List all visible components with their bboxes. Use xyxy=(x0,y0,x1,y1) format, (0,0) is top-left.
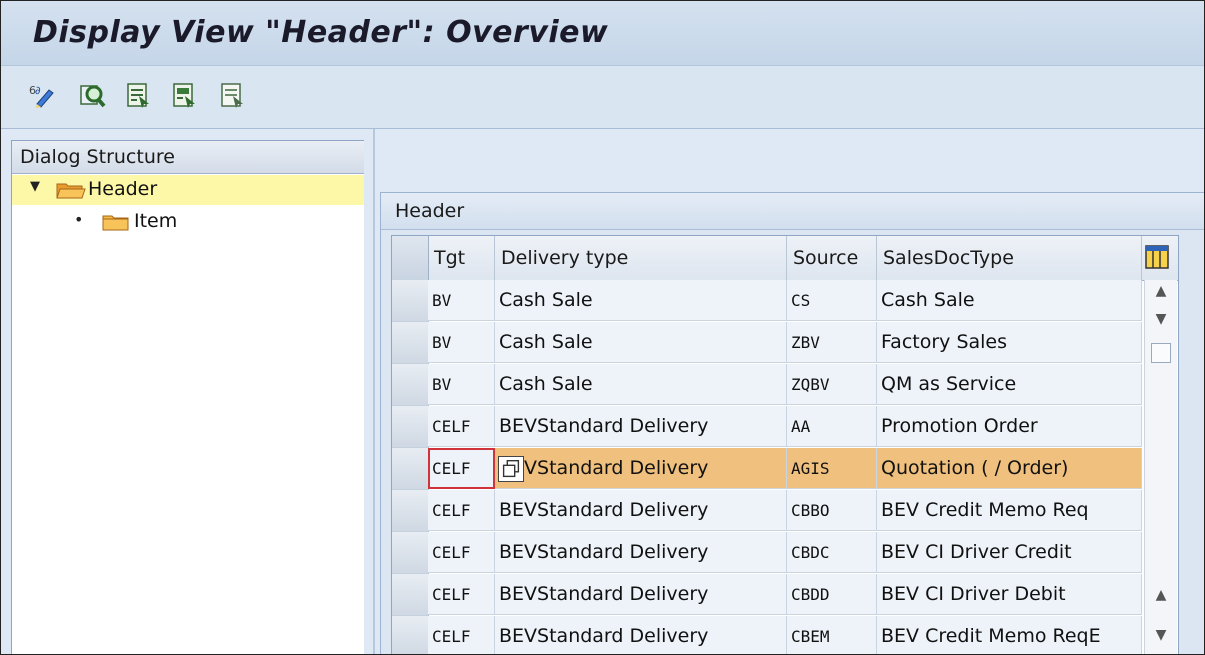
cell-delivery-type[interactable]: BEVStandard Delivery xyxy=(495,574,787,615)
scroll-up-icon[interactable]: ▲ xyxy=(1151,284,1171,298)
row-selector[interactable] xyxy=(392,322,429,364)
cell-source[interactable]: CBDC xyxy=(787,532,877,573)
cell-delivery-type[interactable]: BEVStandard Delivery xyxy=(495,532,787,573)
row-selector[interactable] xyxy=(392,616,429,654)
cell-source[interactable]: CBDD xyxy=(787,574,877,615)
row-selector[interactable] xyxy=(392,406,429,448)
row-selector[interactable] xyxy=(392,364,429,406)
cell-tgt[interactable]: BV xyxy=(428,364,495,405)
cell-source[interactable]: CS xyxy=(787,280,877,321)
group-title: Header xyxy=(381,193,1204,230)
cell-tgt[interactable]: CELF xyxy=(428,490,495,531)
folder-icon xyxy=(102,215,129,231)
cell-salesdoctype[interactable]: Promotion Order xyxy=(877,406,1142,447)
cell-tgt[interactable]: CELF xyxy=(428,532,495,573)
cell-salesdoctype[interactable]: Quotation ( / Order) xyxy=(877,448,1142,489)
cell-source[interactable]: ZQBV xyxy=(787,364,877,405)
cell-salesdoctype[interactable]: BEV Credit Memo Req xyxy=(877,490,1142,531)
tree-node-header[interactable]: ▼ Header xyxy=(12,175,364,205)
deselect-all-icon[interactable] xyxy=(217,80,247,110)
table-row[interactable]: CELF BEVStandard Delivery CBDD BEV CI Dr… xyxy=(392,574,1142,616)
column-header-delivery-type[interactable]: Delivery type xyxy=(495,236,787,280)
vertical-scrollbar[interactable]: ▲ ▼ ▲ ▼ xyxy=(1144,280,1177,654)
select-block-icon[interactable] xyxy=(169,80,199,110)
tree-node-label: Header xyxy=(88,178,158,200)
cell-tgt[interactable]: BV xyxy=(428,280,495,321)
table-row[interactable]: BV Cash Sale ZBV Factory Sales xyxy=(392,322,1142,364)
cell-source[interactable]: ZBV xyxy=(787,322,877,363)
expand-arrow-icon[interactable]: ▼ xyxy=(30,179,40,194)
cell-source[interactable]: CBBO xyxy=(787,490,877,531)
column-header-tgt[interactable]: Tgt xyxy=(428,236,495,280)
cell-delivery-type[interactable]: Cash Sale xyxy=(495,280,787,321)
find-icon[interactable] xyxy=(77,80,107,110)
tree-node-item[interactable]: • Item xyxy=(12,207,364,237)
table-header: Tgt Delivery type Source SalesDocType xyxy=(392,236,1178,281)
cell-tgt[interactable]: BV xyxy=(428,322,495,363)
copy-icon[interactable] xyxy=(498,456,524,482)
row-selector[interactable] xyxy=(392,574,429,616)
table-row-highlighted[interactable]: CELF BEVStandard Delivery AGIS Quotation… xyxy=(392,448,1142,490)
scroll-page-down-icon[interactable]: ▼ xyxy=(1151,628,1171,642)
tree-node-label: Item xyxy=(134,210,178,232)
dialog-structure-heading: Dialog Structure xyxy=(12,141,364,174)
cell-salesdoctype[interactable]: Cash Sale xyxy=(877,280,1142,321)
cell-delivery-type[interactable]: BEVStandard Delivery xyxy=(495,406,787,447)
scroll-page-up-icon[interactable]: ▲ xyxy=(1151,588,1171,602)
column-header-salesdoctype[interactable]: SalesDocType xyxy=(877,236,1142,280)
application-toolbar: 6 ∂ xyxy=(1,66,1204,129)
table-row[interactable]: CELF BEVStandard Delivery CBBO BEV Credi… xyxy=(392,490,1142,532)
header-group: Header Tgt Delivery type Source SalesDoc… xyxy=(380,192,1204,654)
cell-source[interactable]: CBEM xyxy=(787,616,877,654)
cell-salesdoctype[interactable]: BEV CI Driver Debit xyxy=(877,574,1142,615)
scrollbar-thumb[interactable] xyxy=(1151,343,1171,363)
cell-salesdoctype[interactable]: BEV CI Driver Credit xyxy=(877,532,1142,573)
row-selector[interactable] xyxy=(392,490,429,532)
row-selector[interactable] xyxy=(392,280,429,322)
cell-tgt[interactable]: CELF xyxy=(428,448,495,489)
change-display-icon[interactable]: 6 ∂ xyxy=(27,80,57,110)
table-row[interactable]: CELF BEVStandard Delivery AA Promotion O… xyxy=(392,406,1142,448)
page-title: Display View "Header": Overview xyxy=(33,15,609,50)
cell-tgt[interactable]: CELF xyxy=(428,616,495,654)
select-all-icon[interactable] xyxy=(123,80,153,110)
column-header-source[interactable]: Source xyxy=(787,236,877,280)
select-all-rows-button[interactable] xyxy=(392,236,429,280)
svg-text:∂: ∂ xyxy=(35,84,41,97)
table-settings-icon[interactable] xyxy=(1144,244,1170,270)
window: Display View "Header": Overview 6 ∂ Dial… xyxy=(0,0,1205,655)
cell-tgt[interactable]: CELF xyxy=(428,406,495,447)
cell-delivery-type[interactable]: BEVStandard Delivery xyxy=(495,616,787,654)
cell-salesdoctype[interactable]: QM as Service xyxy=(877,364,1142,405)
cell-salesdoctype[interactable]: BEV Credit Memo ReqE xyxy=(877,616,1142,654)
panel-splitter[interactable] xyxy=(373,129,375,654)
cell-source[interactable]: AA xyxy=(787,406,877,447)
title-bar: Display View "Header": Overview xyxy=(1,1,1204,66)
leaf-bullet-icon: • xyxy=(74,210,84,229)
header-table: Tgt Delivery type Source SalesDocType BV… xyxy=(391,235,1179,654)
scroll-down-icon[interactable]: ▼ xyxy=(1151,312,1171,326)
cell-delivery-type[interactable]: Cash Sale xyxy=(495,364,787,405)
cell-delivery-type[interactable]: BEVStandard Delivery xyxy=(495,448,787,489)
table-row[interactable]: BV Cash Sale CS Cash Sale xyxy=(392,280,1142,322)
cell-delivery-type[interactable]: Cash Sale xyxy=(495,322,787,363)
table-row[interactable]: CELF BEVStandard Delivery CBDC BEV CI Dr… xyxy=(392,532,1142,574)
row-selector[interactable] xyxy=(392,448,429,490)
table-row[interactable]: CELF BEVStandard Delivery CBEM BEV Credi… xyxy=(392,616,1142,654)
cell-salesdoctype[interactable]: Factory Sales xyxy=(877,322,1142,363)
dialog-structure-panel: Dialog Structure ▼ Header • Item xyxy=(11,140,364,654)
cell-tgt[interactable]: CELF xyxy=(428,574,495,615)
cell-delivery-type[interactable]: BEVStandard Delivery xyxy=(495,490,787,531)
row-selector[interactable] xyxy=(392,532,429,574)
open-folder-icon xyxy=(56,183,86,199)
table-row[interactable]: BV Cash Sale ZQBV QM as Service xyxy=(392,364,1142,406)
cell-source[interactable]: AGIS xyxy=(787,448,877,489)
